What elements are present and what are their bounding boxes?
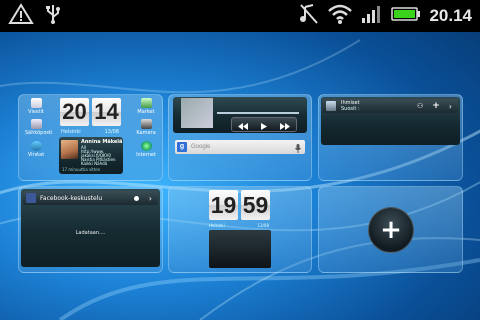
widget-panel-music[interactable]: g Google xyxy=(168,94,312,181)
clock-city: Helsinki xyxy=(61,129,81,135)
search-widget[interactable]: g Google xyxy=(175,140,305,154)
search-input[interactable]: Google xyxy=(191,144,295,150)
contact-name: Annina Mäkelä xyxy=(81,139,123,145)
progress-bar[interactable] xyxy=(217,112,299,114)
email-icon xyxy=(30,119,42,129)
battery-icon xyxy=(391,6,421,26)
facebook-icon xyxy=(26,193,36,203)
add-widget-button[interactable]: + xyxy=(368,207,414,253)
facebook-title: Facebook-keskustelu xyxy=(40,194,103,202)
app-virstat[interactable]: Virstat xyxy=(25,141,47,158)
wifi-icon xyxy=(327,3,353,29)
status-clock: 20.14 xyxy=(429,6,472,25)
play-icon[interactable] xyxy=(260,115,267,134)
facebook-loading-text: Ladataan.... xyxy=(75,230,106,236)
people-header: Ihmiset Suosit : ⚇ + › xyxy=(323,99,458,113)
widget-panel-add[interactable]: + xyxy=(318,186,463,273)
facebook-widget[interactable]: Facebook-keskustelu › Ladataan.... xyxy=(21,189,160,267)
app-viestit[interactable]: Viestit xyxy=(25,98,47,115)
status-bar: 20.14 xyxy=(0,0,480,32)
small-clock-hour: 19 xyxy=(209,190,238,220)
album-art xyxy=(181,98,213,128)
messages-icon xyxy=(30,98,42,108)
footprints-icon xyxy=(30,141,42,151)
widget-panel-small-clock[interactable]: 19 59 Helsinki 13/08 xyxy=(168,186,312,273)
mute-icon xyxy=(299,3,319,29)
app-internet[interactable]: Internet xyxy=(135,141,157,158)
facebook-header: Facebook-keskustelu › xyxy=(23,191,158,205)
people-widget[interactable]: Ihmiset Suosit : ⚇ + › xyxy=(321,97,460,145)
next-icon[interactable] xyxy=(279,115,290,134)
chevron-right-icon[interactable]: › xyxy=(449,102,452,111)
people-add-button[interactable]: + xyxy=(432,101,440,111)
small-clock-widget[interactable]: 19 59 Helsinki 13/08 xyxy=(207,189,273,269)
market-icon xyxy=(140,98,152,108)
clock-hour: 20 xyxy=(60,98,89,126)
previous-icon[interactable] xyxy=(238,115,249,134)
avatar xyxy=(61,140,78,159)
contact-footer: 17 minuuttia sitten xyxy=(62,167,101,172)
app-sahkoposti[interactable]: Sähköposti xyxy=(25,119,52,136)
music-widget[interactable] xyxy=(173,97,307,133)
people-settings-icon[interactable]: ⚇ xyxy=(417,102,423,110)
small-clock-date: 13/08 xyxy=(257,223,269,228)
camera-icon xyxy=(140,119,152,129)
warning-icon[interactable] xyxy=(8,3,34,29)
google-g-icon: g xyxy=(177,142,187,152)
usb-icon[interactable] xyxy=(44,3,62,29)
app-kamera[interactable]: Kamera xyxy=(135,119,157,136)
internet-icon xyxy=(140,141,152,151)
small-clock-panel xyxy=(209,230,271,268)
contact-line5: Kaikki Nähdä xyxy=(81,161,108,166)
signal-icon xyxy=(361,3,383,29)
small-clock-minute: 59 xyxy=(241,190,270,220)
microphone-icon[interactable] xyxy=(295,138,301,157)
app-market[interactable]: Market xyxy=(135,98,157,115)
facebook-status-icon[interactable] xyxy=(133,195,139,201)
clock-minute: 14 xyxy=(92,98,121,126)
widget-panel-people[interactable]: Ihmiset Suosit : ⚇ + › xyxy=(318,94,463,181)
contact-widget[interactable]: Annina Mäkelä All http://www. jakaksi.fi… xyxy=(59,137,123,174)
clock-date: 13/08 xyxy=(104,129,119,135)
widget-panel-clock[interactable]: Viestit Sähköposti Virstat Market Kamera… xyxy=(18,94,163,181)
small-clock-city: Helsinki xyxy=(209,223,225,228)
people-subtitle: Suosit : xyxy=(341,106,360,112)
music-controls xyxy=(231,117,297,132)
chevron-right-icon[interactable]: › xyxy=(149,194,152,203)
widget-panel-facebook[interactable]: Facebook-keskustelu › Ladataan.... xyxy=(18,186,163,273)
clock-widget[interactable]: 20 14 Helsinki 13/08 xyxy=(59,98,123,136)
people-avatar-icon xyxy=(326,101,336,111)
